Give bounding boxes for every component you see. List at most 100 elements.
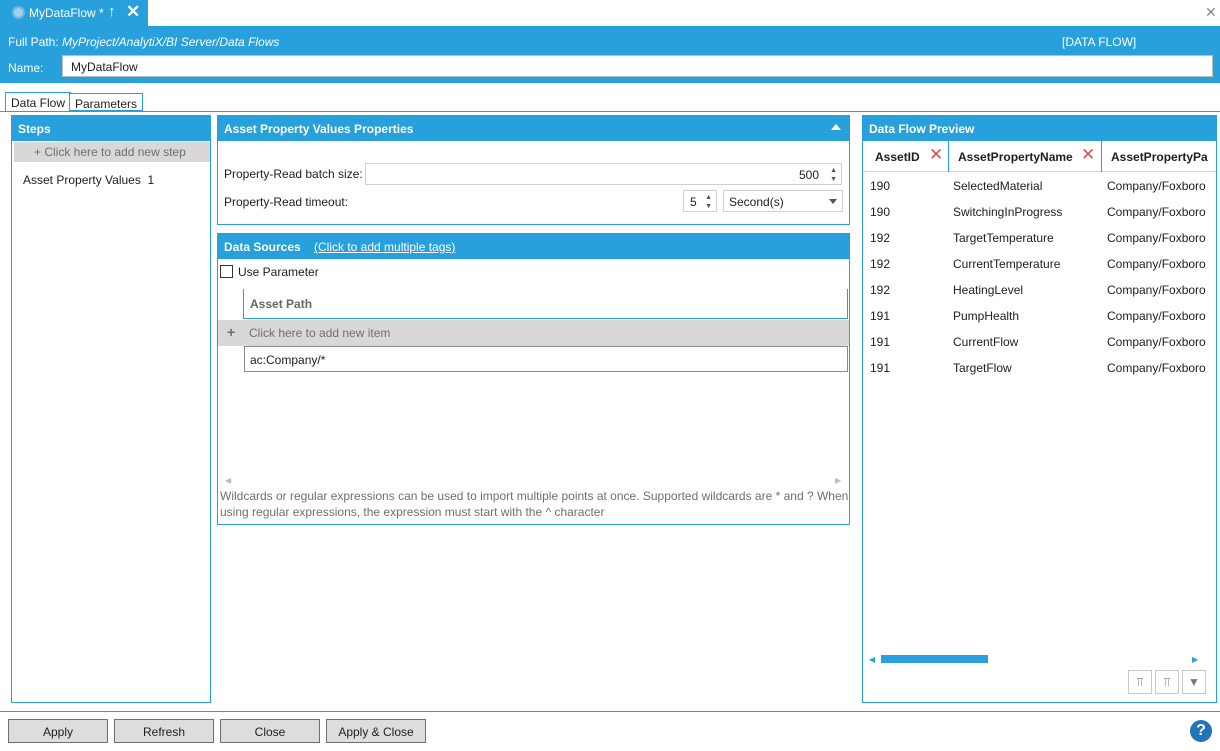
data-sources-title-text: Data Sources	[224, 240, 301, 254]
scroll-right-icon[interactable]: ▶	[1192, 655, 1198, 664]
column-header-assetpropertyname[interactable]: AssetPropertyName ✕	[950, 141, 1102, 172]
table-cell: 190	[870, 205, 891, 219]
table-cell: 191	[870, 309, 891, 323]
data-sources-panel: Data Sources (Click to add multiple tags…	[217, 233, 850, 525]
object-type-label: [DATA FLOW]	[1062, 35, 1137, 49]
steps-title: Steps	[12, 116, 210, 141]
add-step-button[interactable]: + Click here to add new step	[14, 142, 210, 162]
tab-data-flow[interactable]: Data Flow	[5, 92, 72, 112]
scroll-left-icon[interactable]: ◀	[225, 476, 231, 485]
table-cell: 192	[870, 257, 891, 271]
batch-size-label: Property-Read batch size:	[224, 167, 363, 181]
apply-and-close-button[interactable]: Apply & Close	[326, 719, 426, 743]
tab-parameters[interactable]: Parameters	[69, 93, 144, 111]
table-row[interactable]: 191 CurrentFlow Company/Foxboro	[863, 329, 1216, 355]
gear-icon	[12, 6, 25, 19]
header-bar: Full Path: MyProject/AnalytiX/BI Server/…	[0, 26, 1220, 83]
preview-column-headers: AssetID ✕ AssetPropertyName ✕ AssetPrope…	[863, 141, 1216, 172]
use-parameter-label: Use Parameter	[238, 265, 319, 279]
table-cell: Company/Foxboro	[1107, 205, 1206, 219]
table-cell: PumpHealth	[953, 309, 1020, 323]
wildcard-help-text: Wildcards or regular expressions can be …	[220, 489, 849, 519]
name-input[interactable]: MyDataFlow	[62, 55, 1213, 77]
table-cell: SelectedMaterial	[953, 179, 1043, 193]
table-cell: 191	[870, 335, 891, 349]
step-item-label: Asset Property Values	[23, 173, 141, 187]
table-cell: 192	[870, 283, 891, 297]
table-row[interactable]: 191 TargetFlow Company/Foxboro	[863, 355, 1216, 381]
properties-panel: Asset Property Values Properties Propert…	[217, 115, 850, 225]
table-cell: Company/Foxboro	[1107, 257, 1206, 271]
table-cell: TargetTemperature	[953, 231, 1054, 245]
asset-path-value: ac:Company/*	[250, 353, 326, 367]
column-label: AssetID	[875, 150, 920, 164]
asset-path-column-label: Asset Path	[250, 297, 313, 311]
batch-size-stepper[interactable]: 500 ▲ ▼	[365, 163, 842, 185]
table-row[interactable]: 190 SelectedMaterial Company/Foxboro	[863, 173, 1216, 199]
add-item-button[interactable]: + Click here to add new item	[218, 320, 849, 346]
spin-up-icon[interactable]: ▲	[830, 167, 837, 174]
filter-icon[interactable]: ▼	[1182, 670, 1206, 694]
data-sources-title: Data Sources (Click to add multiple tags…	[218, 234, 849, 259]
timeout-unit-select[interactable]: Second(s)	[723, 190, 843, 212]
use-parameter-checkbox[interactable]	[220, 265, 233, 278]
table-cell: Company/Foxboro	[1107, 309, 1206, 323]
horizontal-scrollbar[interactable]	[881, 655, 988, 663]
data-flow-preview-panel: Data Flow Preview AssetID ✕ AssetPropert…	[862, 115, 1217, 703]
column-label: AssetPropertyName	[958, 150, 1073, 164]
table-row[interactable]: 192 HeatingLevel Company/Foxboro	[863, 277, 1216, 303]
table-cell: CurrentTemperature	[953, 257, 1061, 271]
chevron-down-icon	[829, 199, 837, 204]
help-icon[interactable]: ?	[1190, 720, 1212, 742]
pin-icon[interactable]: ↑	[108, 3, 116, 20]
timeout-value: 5	[690, 195, 697, 209]
collapse-icon[interactable]	[831, 124, 841, 130]
spin-down-icon[interactable]: ▼	[705, 203, 712, 210]
document-tab[interactable]: MyDataFlow * ↑ ✕	[0, 0, 148, 26]
table-cell: Company/Foxboro	[1107, 283, 1206, 297]
column-header-assetid[interactable]: AssetID ✕	[867, 141, 949, 172]
close-button[interactable]: Close	[220, 719, 320, 743]
batch-size-value: 500	[798, 168, 819, 182]
spin-down-icon[interactable]: ▼	[830, 176, 837, 183]
close-tab-icon[interactable]: ✕	[126, 2, 140, 22]
table-cell: TargetFlow	[953, 361, 1012, 375]
remove-column-icon[interactable]: ✕	[1081, 145, 1095, 165]
table-cell: 192	[870, 231, 891, 245]
preview-title: Data Flow Preview	[863, 116, 1216, 141]
table-cell: CurrentFlow	[953, 335, 1019, 349]
table-cell: Company/Foxboro	[1107, 361, 1206, 375]
table-cell: 190	[870, 179, 891, 193]
table-cell: Company/Foxboro	[1107, 335, 1206, 349]
column-header-assetpropertypath[interactable]: AssetPropertyPa	[1103, 141, 1216, 172]
step-item[interactable]: Asset Property Values 1	[23, 173, 154, 187]
table-row[interactable]: 190 SwitchingInProgress Company/Foxboro	[863, 199, 1216, 225]
scroll-right-icon[interactable]: ▶	[835, 476, 841, 485]
plus-icon: +	[227, 324, 236, 340]
asset-path-column-header[interactable]: Asset Path	[243, 289, 848, 319]
column-options-icon[interactable]: ⫪	[1128, 670, 1152, 694]
remove-column-icon[interactable]: ✕	[929, 145, 943, 165]
table-row[interactable]: 191 PumpHealth Company/Foxboro	[863, 303, 1216, 329]
scroll-left-icon[interactable]: ◀	[869, 655, 875, 664]
timeout-label: Property-Read timeout:	[224, 195, 349, 209]
clear-columns-icon[interactable]: ⫪	[1155, 670, 1179, 694]
timeout-stepper[interactable]: 5 ▲ ▼	[683, 190, 717, 212]
name-label: Name:	[8, 61, 44, 75]
table-row[interactable]: 192 TargetTemperature Company/Foxboro	[863, 225, 1216, 251]
asset-path-cell[interactable]: ac:Company/*	[244, 346, 848, 372]
add-multiple-tags-link[interactable]: (Click to add multiple tags)	[314, 240, 455, 254]
add-item-label: Click here to add new item	[249, 326, 391, 340]
steps-panel: Steps + Click here to add new step Asset…	[11, 115, 211, 703]
timeout-unit-value: Second(s)	[729, 195, 784, 209]
refresh-button[interactable]: Refresh	[114, 719, 214, 743]
step-item-count: 1	[147, 173, 155, 187]
tab-divider	[0, 111, 1220, 112]
close-window-icon[interactable]: ✕	[1205, 4, 1217, 21]
spin-up-icon[interactable]: ▲	[705, 194, 712, 201]
apply-button[interactable]: Apply	[8, 719, 108, 743]
table-cell: 191	[870, 361, 891, 375]
table-row[interactable]: 192 CurrentTemperature Company/Foxboro	[863, 251, 1216, 277]
footer-divider	[0, 711, 1220, 712]
full-path-label: Full Path:	[8, 35, 59, 49]
